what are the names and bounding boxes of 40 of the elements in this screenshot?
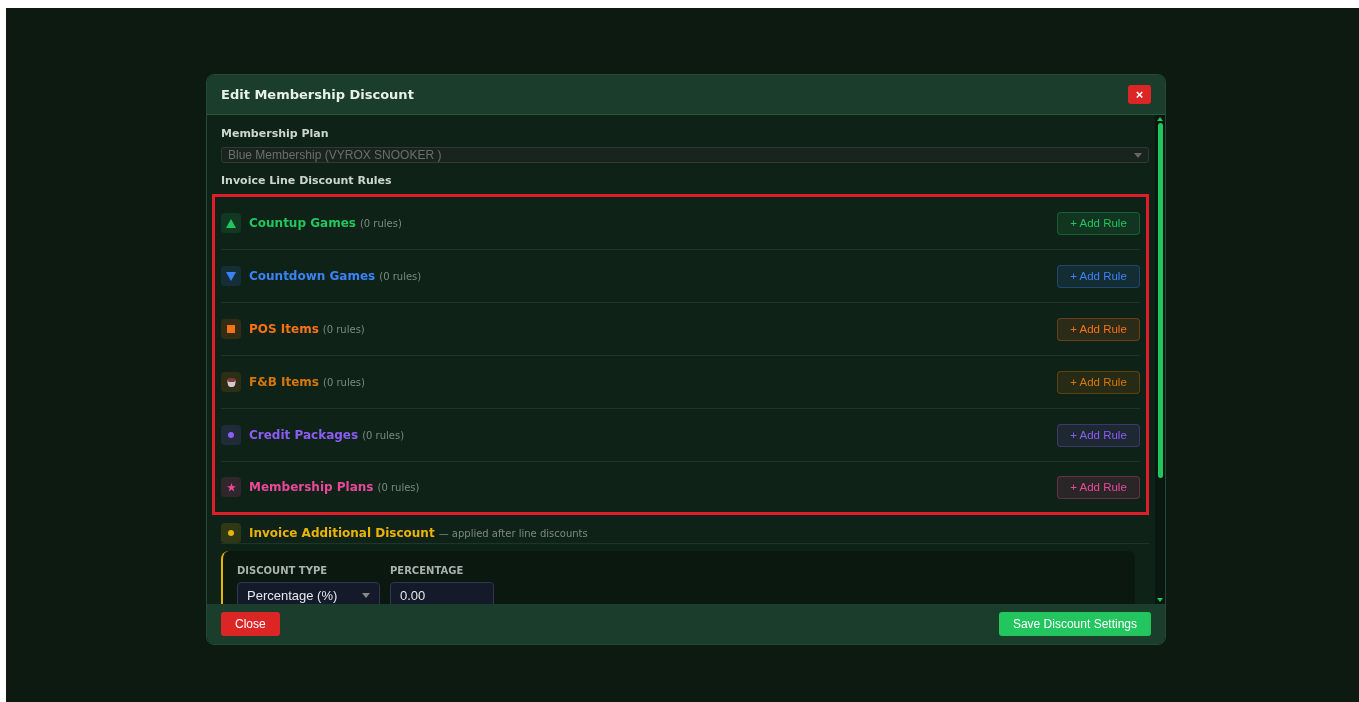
add-rule-button[interactable]: + Add Rule: [1057, 317, 1140, 341]
category-icon: [221, 319, 241, 339]
category-icon: [221, 266, 241, 286]
field-label: DISCOUNT TYPE: [237, 565, 329, 576]
category-icon: [221, 213, 241, 233]
caret-icon: [362, 592, 370, 598]
caret-icon: [1134, 152, 1142, 158]
add-rule-button[interactable]: + Add Rule: [1057, 370, 1140, 394]
field-label: PERCENTAGE: [390, 565, 465, 576]
rule-count: (0 rules): [322, 323, 365, 335]
rule-count: (0 rules): [359, 217, 402, 229]
rule-count: (0 rules): [377, 481, 420, 493]
category-name: Countdown Games: [249, 269, 376, 283]
add-rule-button[interactable]: + Add Rule: [1057, 475, 1140, 499]
section-title: Invoice Additional Discount: [249, 526, 435, 540]
add-rule-button[interactable]: + Add Rule: [1057, 211, 1140, 235]
dialog-title: Edit Membership Discount: [221, 87, 414, 102]
category-icon: [221, 477, 241, 497]
category-name: Credit Packages: [249, 428, 359, 442]
rule-count: (0 rules): [379, 270, 422, 282]
category-name: POS Items: [249, 322, 319, 336]
field-label: Membership Plan: [221, 127, 330, 140]
discount-type-select[interactable]: Percentage (%): [237, 582, 380, 604]
category-icon: [221, 425, 241, 445]
section-note: — applied after line discounts: [438, 527, 588, 539]
add-rule-button[interactable]: + Add Rule: [1057, 423, 1140, 447]
scroll-up-icon[interactable]: [1157, 117, 1163, 121]
rule-count: (0 rules): [323, 376, 365, 388]
category-name: F&B Items: [249, 375, 319, 389]
close-button[interactable]: Close: [221, 612, 280, 636]
scroll-down-icon[interactable]: [1157, 598, 1163, 602]
category-icon: [221, 372, 241, 392]
percentage-input[interactable]: 0.00: [390, 582, 494, 604]
close-button[interactable]: ×: [1128, 85, 1151, 104]
category-name: Countup Games: [249, 216, 356, 230]
add-rule-button[interactable]: + Add Rule: [1057, 264, 1140, 288]
section-title: Invoice Line Discount Rules: [221, 174, 393, 187]
category-name: Membership Plans: [249, 480, 374, 494]
rule-count: (0 rules): [362, 429, 405, 441]
scrollbar[interactable]: [1155, 115, 1165, 604]
